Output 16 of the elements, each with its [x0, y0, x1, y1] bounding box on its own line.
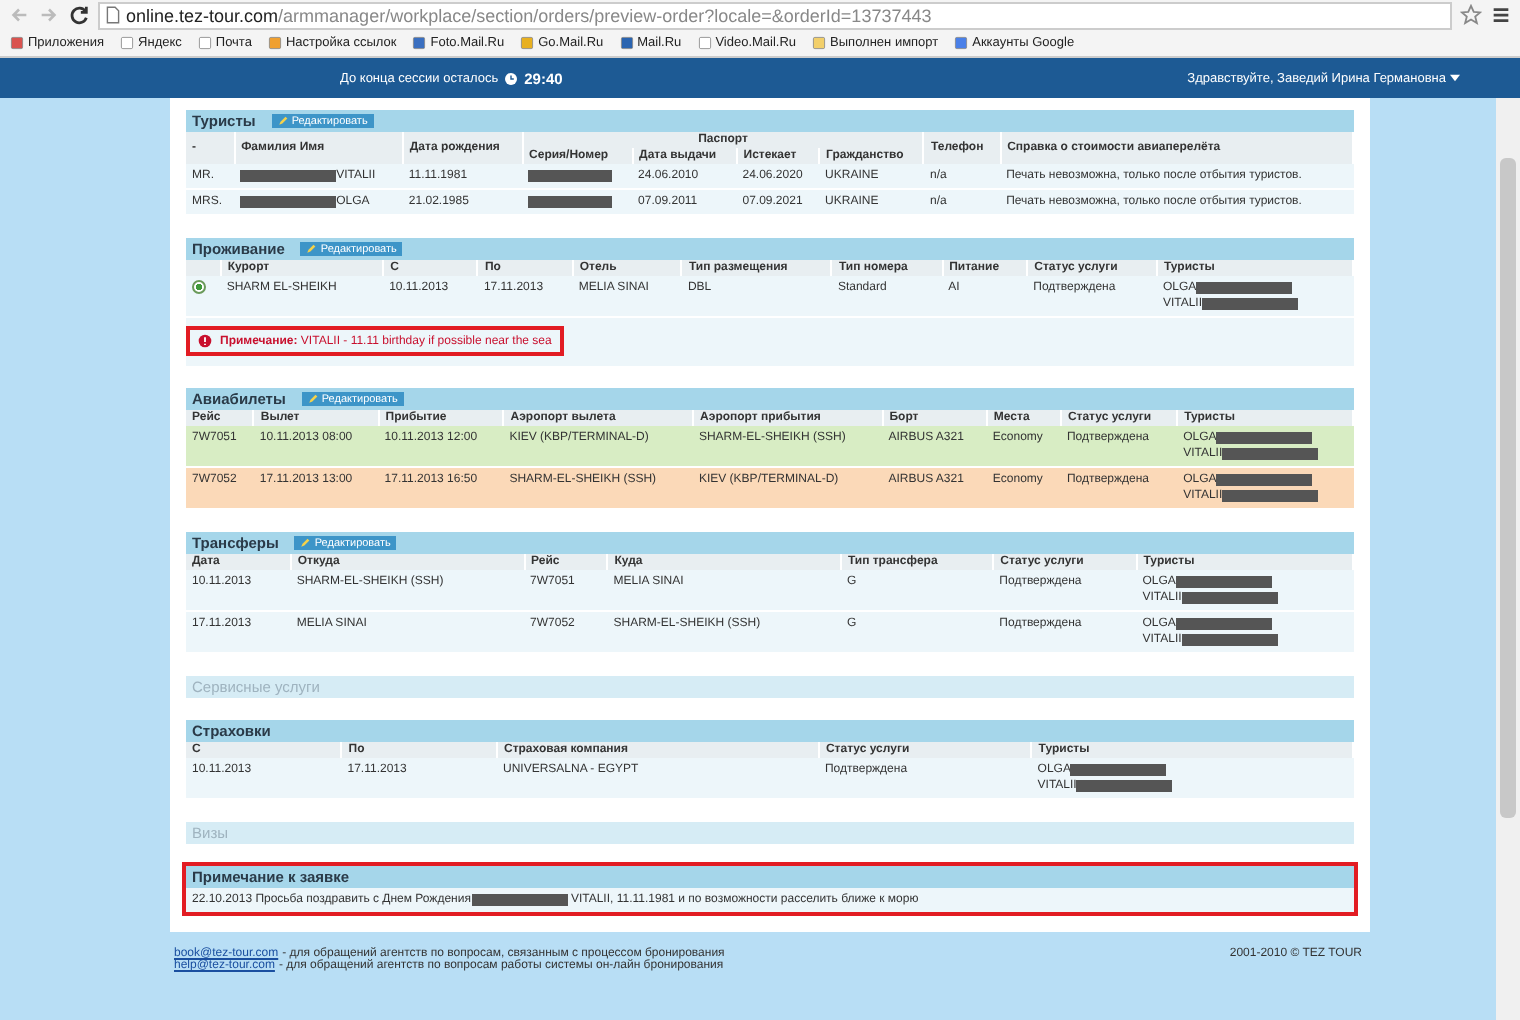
alert-icon: [198, 334, 212, 348]
star-icon[interactable]: [1460, 4, 1482, 26]
pencil-icon: [307, 394, 318, 404]
menu-icon[interactable]: [1490, 4, 1512, 26]
radio-button[interactable]: [192, 280, 206, 294]
pencil-icon: [277, 116, 288, 126]
caret-icon[interactable]: [1450, 74, 1460, 82]
pencil-icon: [300, 538, 311, 548]
clock-icon: [504, 71, 519, 85]
address-bar[interactable]: online.tez-tour.com/armmanager/workplace/section/orders/preview-order?locale=&orderId=13737443: [98, 1, 1452, 29]
scrollbar[interactable]: [1496, 98, 1520, 1020]
pencil-icon: [306, 244, 317, 254]
reload-icon[interactable]: [68, 4, 90, 26]
page-icon: [197, 36, 212, 50]
page-icon: [697, 36, 712, 50]
redaction-bar: [472, 894, 569, 906]
